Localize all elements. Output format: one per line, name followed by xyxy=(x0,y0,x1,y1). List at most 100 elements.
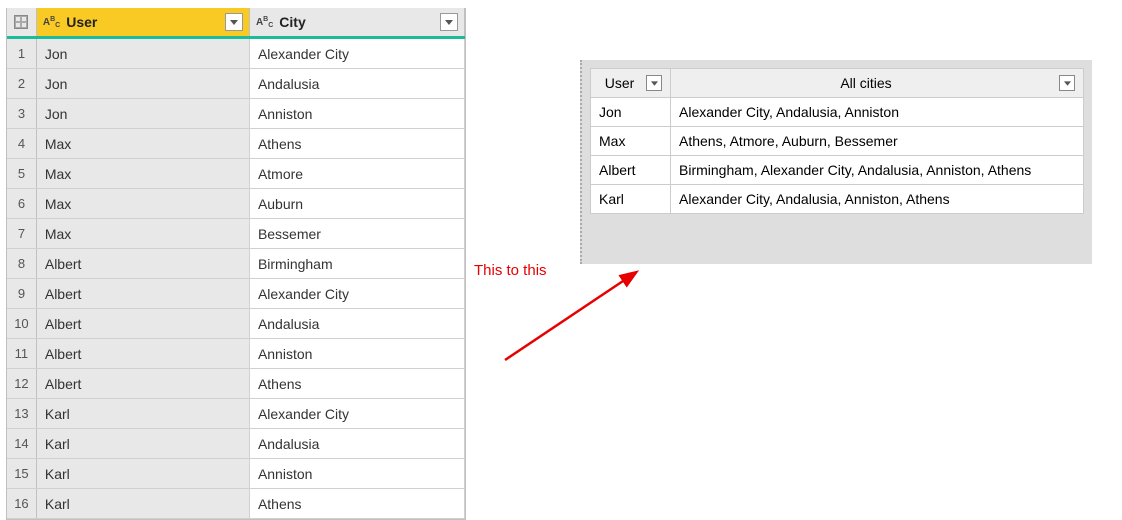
table-row[interactable]: 15KarlAnniston xyxy=(7,459,465,489)
row-number[interactable]: 12 xyxy=(7,369,37,398)
table-icon xyxy=(14,15,28,29)
cell-user[interactable]: Albert xyxy=(37,279,250,308)
cell-city[interactable]: Birmingham xyxy=(250,249,465,278)
result-user-filter-button[interactable] xyxy=(646,75,662,91)
cell-city[interactable]: Auburn xyxy=(250,189,465,218)
cell-city[interactable]: Anniston xyxy=(250,339,465,368)
row-number[interactable]: 11 xyxy=(7,339,37,368)
cell-user[interactable]: Jon xyxy=(37,39,250,68)
row-number[interactable]: 2 xyxy=(7,69,37,98)
column-header-city[interactable]: ABC City xyxy=(250,8,465,36)
table-row[interactable]: 6MaxAuburn xyxy=(7,189,465,219)
cell-user[interactable]: Jon xyxy=(591,98,671,127)
cell-city[interactable]: Anniston xyxy=(250,459,465,488)
result-column-header-user[interactable]: User xyxy=(591,69,671,98)
cell-user[interactable]: Jon xyxy=(37,69,250,98)
table-row[interactable]: KarlAlexander City, Andalusia, Anniston,… xyxy=(591,185,1084,214)
annotation-text: This to this xyxy=(474,262,547,279)
column-user-filter-button[interactable] xyxy=(225,13,243,31)
result-table-header-row: User All cities xyxy=(591,69,1084,98)
cell-user[interactable]: Max xyxy=(37,189,250,218)
table-row[interactable]: 16KarlAthens xyxy=(7,489,465,519)
cell-user[interactable]: Karl xyxy=(37,429,250,458)
table-row[interactable]: MaxAthens, Atmore, Auburn, Bessemer xyxy=(591,127,1084,156)
cell-user[interactable]: Karl xyxy=(37,459,250,488)
column-header-user[interactable]: ABC User xyxy=(37,8,250,36)
table-row[interactable]: 13KarlAlexander City xyxy=(7,399,465,429)
source-table-header: ABC User ABC City xyxy=(7,8,465,39)
table-select-all-corner[interactable] xyxy=(7,8,37,36)
table-row[interactable]: 8AlbertBirmingham xyxy=(7,249,465,279)
cell-city[interactable]: Anniston xyxy=(250,99,465,128)
cell-user[interactable]: Albert xyxy=(591,156,671,185)
cell-city[interactable]: Atmore xyxy=(250,159,465,188)
cell-allcities[interactable]: Alexander City, Andalusia, Anniston xyxy=(671,98,1084,127)
row-number[interactable]: 10 xyxy=(7,309,37,338)
cell-user[interactable]: Albert xyxy=(37,309,250,338)
cell-allcities[interactable]: Athens, Atmore, Auburn, Bessemer xyxy=(671,127,1084,156)
cell-city[interactable]: Bessemer xyxy=(250,219,465,248)
column-city-filter-button[interactable] xyxy=(440,13,458,31)
cell-city[interactable]: Andalusia xyxy=(250,429,465,458)
cell-user[interactable]: Albert xyxy=(37,339,250,368)
row-number[interactable]: 9 xyxy=(7,279,37,308)
cell-city[interactable]: Athens xyxy=(250,369,465,398)
cell-user[interactable]: Max xyxy=(37,219,250,248)
table-row[interactable]: AlbertBirmingham, Alexander City, Andalu… xyxy=(591,156,1084,185)
table-row[interactable]: 14KarlAndalusia xyxy=(7,429,465,459)
row-number[interactable]: 15 xyxy=(7,459,37,488)
table-row[interactable]: JonAlexander City, Andalusia, Anniston xyxy=(591,98,1084,127)
result-table: User All cities JonAlexander C xyxy=(590,68,1084,214)
result-table-container: User All cities JonAlexander C xyxy=(580,60,1092,264)
cell-city[interactable]: Athens xyxy=(250,489,465,518)
row-number[interactable]: 13 xyxy=(7,399,37,428)
column-header-city-label: City xyxy=(279,14,436,30)
cell-user[interactable]: Albert xyxy=(37,249,250,278)
result-column-header-allcities[interactable]: All cities xyxy=(671,69,1084,98)
cell-user[interactable]: Max xyxy=(37,129,250,158)
cell-user[interactable]: Albert xyxy=(37,369,250,398)
cell-user[interactable]: Karl xyxy=(591,185,671,214)
text-type-icon: ABC xyxy=(256,17,273,28)
source-table: ABC User ABC City 1JonAlexander City2Jon… xyxy=(6,8,466,520)
cell-city[interactable]: Alexander City xyxy=(250,279,465,308)
row-number[interactable]: 14 xyxy=(7,429,37,458)
result-table-body: JonAlexander City, Andalusia, AnnistonMa… xyxy=(591,98,1084,214)
table-row[interactable]: 12AlbertAthens xyxy=(7,369,465,399)
table-row[interactable]: 4MaxAthens xyxy=(7,129,465,159)
result-allcities-filter-button[interactable] xyxy=(1059,75,1075,91)
row-number[interactable]: 1 xyxy=(7,39,37,68)
row-number[interactable]: 7 xyxy=(7,219,37,248)
row-number[interactable]: 16 xyxy=(7,489,37,518)
text-type-icon: ABC xyxy=(43,17,60,28)
source-table-body: 1JonAlexander City2JonAndalusia3JonAnnis… xyxy=(7,39,465,519)
row-number[interactable]: 4 xyxy=(7,129,37,158)
row-number[interactable]: 8 xyxy=(7,249,37,278)
cell-city[interactable]: Athens xyxy=(250,129,465,158)
cell-user[interactable]: Jon xyxy=(37,99,250,128)
chevron-down-icon xyxy=(445,20,453,25)
cell-user[interactable]: Max xyxy=(591,127,671,156)
cell-user[interactable]: Max xyxy=(37,159,250,188)
cell-allcities[interactable]: Birmingham, Alexander City, Andalusia, A… xyxy=(671,156,1084,185)
table-row[interactable]: 5MaxAtmore xyxy=(7,159,465,189)
table-row[interactable]: 9AlbertAlexander City xyxy=(7,279,465,309)
chevron-down-icon xyxy=(651,81,658,86)
cell-allcities[interactable]: Alexander City, Andalusia, Anniston, Ath… xyxy=(671,185,1084,214)
table-row[interactable]: 1JonAlexander City xyxy=(7,39,465,69)
table-row[interactable]: 11AlbertAnniston xyxy=(7,339,465,369)
cell-city[interactable]: Andalusia xyxy=(250,309,465,338)
table-row[interactable]: 2JonAndalusia xyxy=(7,69,465,99)
cell-city[interactable]: Alexander City xyxy=(250,399,465,428)
result-column-allcities-label: All cities xyxy=(679,75,1053,91)
row-number[interactable]: 5 xyxy=(7,159,37,188)
cell-city[interactable]: Andalusia xyxy=(250,69,465,98)
cell-city[interactable]: Alexander City xyxy=(250,39,465,68)
table-row[interactable]: 10AlbertAndalusia xyxy=(7,309,465,339)
row-number[interactable]: 3 xyxy=(7,99,37,128)
cell-user[interactable]: Karl xyxy=(37,399,250,428)
table-row[interactable]: 7MaxBessemer xyxy=(7,219,465,249)
cell-user[interactable]: Karl xyxy=(37,489,250,518)
row-number[interactable]: 6 xyxy=(7,189,37,218)
table-row[interactable]: 3JonAnniston xyxy=(7,99,465,129)
